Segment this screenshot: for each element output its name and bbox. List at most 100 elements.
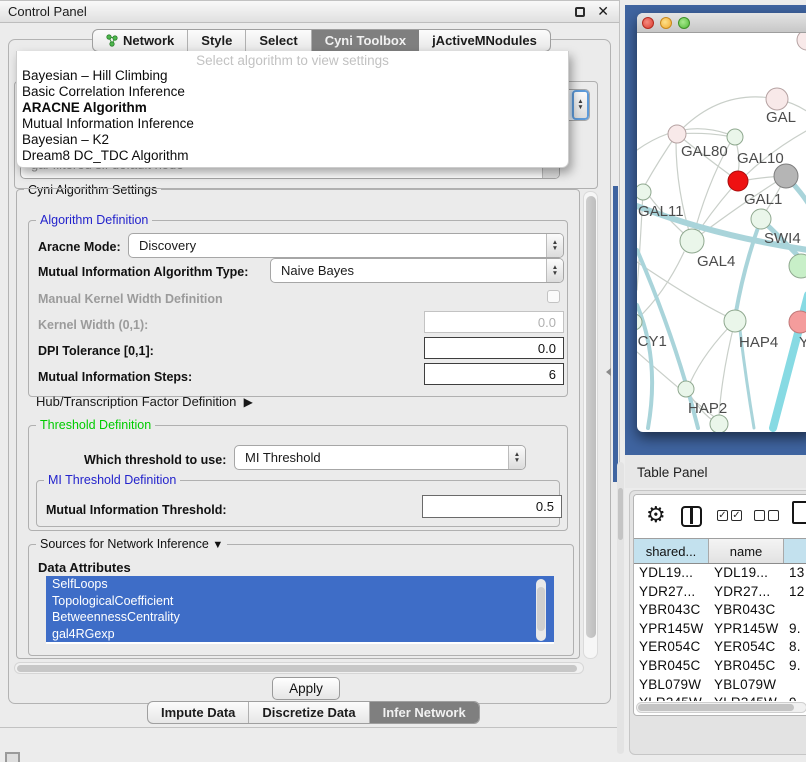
tab-impute-data[interactable]: Impute Data xyxy=(148,702,249,723)
network-node-gal80[interactable] xyxy=(668,125,686,143)
attribute-item-betweennesscentrality[interactable]: BetweennessCentrality xyxy=(46,609,554,626)
dpi-tolerance-field[interactable]: 0.0 xyxy=(424,337,564,359)
dock-panel-icon[interactable] xyxy=(5,752,20,762)
table-row[interactable]: YDL19...YDL19...13 xyxy=(634,564,806,583)
table-body: YDL19...YDL19...13YDR27...YDR27...12YBR0… xyxy=(634,564,806,701)
attribute-item-topologicalcoefficient[interactable]: TopologicalCoefficient xyxy=(46,593,554,610)
network-window-titlebar[interactable] xyxy=(637,13,806,33)
apply-button[interactable]: Apply xyxy=(272,677,340,700)
attribute-item-selfloops[interactable]: SelfLoops xyxy=(46,576,554,593)
which-threshold-label: Which threshold to use: xyxy=(84,453,226,467)
algorithm-dropdown-items: Bayesian – Hill ClimbingBasic Correlatio… xyxy=(17,68,568,164)
algorithm-option-bayesian-hill-climbing[interactable]: Bayesian – Hill Climbing xyxy=(17,68,568,84)
hub-definition-toggle[interactable]: Hub/Transcription Factor Definition ▶ xyxy=(36,394,253,409)
tab-select[interactable]: Select xyxy=(246,30,311,51)
algorithm-option-mutual-information-inference[interactable]: Mutual Information Inference xyxy=(17,116,568,132)
network-edge[interactable] xyxy=(736,219,761,312)
column-header-partial[interactable] xyxy=(784,539,806,563)
zoom-traffic-light-icon[interactable] xyxy=(678,17,690,29)
network-graph[interactable]: GALGAL80GAL10GAL1SWI4GAL11GAL4GCY1HAP4YH… xyxy=(637,33,806,432)
tab-cyni-toolbox[interactable]: Cyni Toolbox xyxy=(312,30,419,51)
network-node[interactable] xyxy=(710,415,728,432)
tab-discretize-data[interactable]: Discretize Data xyxy=(249,702,369,723)
tab-network[interactable]: Network xyxy=(93,30,188,51)
attribute-item-gal4rgexp[interactable]: gal4RGexp xyxy=(46,626,554,643)
sources-group-title[interactable]: Sources for Network Inference ▼ xyxy=(36,537,227,551)
network-node-gal10[interactable] xyxy=(727,129,743,145)
which-threshold-value: MI Threshold xyxy=(235,450,321,465)
network-node[interactable] xyxy=(797,33,806,50)
combobox-stepper-icon[interactable]: ▲▼ xyxy=(508,446,525,469)
manual-kernel-width-checkbox[interactable] xyxy=(547,290,560,303)
network-node-swi4[interactable] xyxy=(751,209,771,229)
settings-horizontal-scrollbar[interactable] xyxy=(14,662,584,674)
network-icon xyxy=(106,34,118,47)
network-edge[interactable] xyxy=(637,262,726,316)
network-node-hap2[interactable] xyxy=(678,381,694,397)
columns-icon[interactable] xyxy=(681,506,702,527)
tab-jactivemnodules[interactable]: jActiveMNodules xyxy=(419,30,550,51)
network-node[interactable] xyxy=(774,164,798,188)
network-node-hap4[interactable] xyxy=(724,310,746,332)
algorithm-option-aracne-algorithm[interactable]: ARACNE Algorithm xyxy=(17,100,568,116)
combobox-stepper-icon[interactable]: ▲▼ xyxy=(546,259,563,282)
sources-title-text: Sources for Network Inference xyxy=(40,537,209,551)
column-header-shared[interactable]: shared... xyxy=(634,539,709,563)
network-node-gal1[interactable] xyxy=(728,171,748,191)
data-attributes-label: Data Attributes xyxy=(38,560,131,575)
settings-vertical-scrollbar[interactable] xyxy=(583,191,598,659)
table-cell: YDL19... xyxy=(634,564,709,583)
close-icon[interactable]: ✕ xyxy=(597,3,609,20)
table-row[interactable]: YER054CYER054C8. xyxy=(634,638,806,657)
table-panel-scrollbar[interactable] xyxy=(617,462,624,754)
network-canvas[interactable]: GALGAL80GAL10GAL1SWI4GAL11GAL4GCY1HAP4YH… xyxy=(637,33,806,432)
mi-steps-field[interactable]: 6 xyxy=(424,363,564,385)
mi-threshold-field[interactable]: 0.5 xyxy=(422,495,562,518)
tab-style[interactable]: Style xyxy=(188,30,246,51)
network-node-gal[interactable] xyxy=(766,88,788,110)
data-attributes-list[interactable]: SelfLoopsTopologicalCoefficientBetweenne… xyxy=(46,576,554,644)
combobox-stepper-icon[interactable]: ▲▼ xyxy=(572,90,589,120)
tab-infer-network[interactable]: Infer Network xyxy=(370,702,479,723)
table-horizontal-scrollbar[interactable] xyxy=(636,702,806,713)
tab-label: Cyni Toolbox xyxy=(325,33,406,48)
gear-icon[interactable]: ⚙ xyxy=(646,502,666,528)
expand-right-icon[interactable]: ▶ xyxy=(244,395,253,409)
mi-threshold-label: Mutual Information Threshold: xyxy=(46,503,227,517)
table-panel-header: Table Panel xyxy=(625,455,806,488)
unchecked-checkbox-icon[interactable] xyxy=(754,510,765,521)
mi-algorithm-type-combobox[interactable]: Naive Bayes ▲▼ xyxy=(270,258,564,283)
table-row[interactable]: YPR145WYPR145W9. xyxy=(634,620,806,639)
table-row[interactable]: YBR043CYBR043C xyxy=(634,601,806,620)
close-traffic-light-icon[interactable] xyxy=(642,17,654,29)
table-cell: 12 xyxy=(784,583,806,602)
algorithm-option-bayesian-k2[interactable]: Bayesian – K2 xyxy=(17,132,568,148)
table-row[interactable]: YLR345WYLR345W9. xyxy=(634,694,806,701)
checked-checkbox-icon[interactable] xyxy=(717,510,728,521)
attributes-list-scrollbar[interactable] xyxy=(536,579,546,641)
node-label-gal11: GAL11 xyxy=(638,203,684,220)
splitter-collapse-icon[interactable] xyxy=(606,368,611,376)
combobox-stepper-icon[interactable]: ▲▼ xyxy=(546,234,563,257)
which-threshold-combobox[interactable]: MI Threshold ▲▼ xyxy=(234,445,526,470)
unchecked-checkbox-icon[interactable] xyxy=(768,510,779,521)
algorithm-option-basic-correlation-inference[interactable]: Basic Correlation Inference xyxy=(17,84,568,100)
column-header-name[interactable]: name xyxy=(709,539,784,563)
table-row[interactable]: YBR045CYBR045C9. xyxy=(634,657,806,676)
network-node-gal4[interactable] xyxy=(680,229,704,253)
checked-checkbox-icon[interactable] xyxy=(731,510,742,521)
collapse-down-icon[interactable]: ▼ xyxy=(212,539,223,551)
network-node-gal11[interactable] xyxy=(637,184,651,200)
table-row[interactable]: YDR27...YDR27...12 xyxy=(634,583,806,602)
algorithm-option-dream8-dc-tdc-algorithm[interactable]: Dream8 DC_TDC Algorithm xyxy=(17,148,568,164)
network-node-y[interactable] xyxy=(789,311,806,333)
float-window-icon[interactable] xyxy=(575,7,585,17)
table-cell: YLR345W xyxy=(634,694,709,701)
network-node[interactable] xyxy=(789,254,806,278)
table-cell: 13 xyxy=(784,564,806,583)
minimize-traffic-light-icon[interactable] xyxy=(660,17,672,29)
document-icon[interactable] xyxy=(792,501,806,524)
aracne-mode-combobox[interactable]: Discovery ▲▼ xyxy=(128,233,564,258)
table-row[interactable]: YBL079WYBL079W xyxy=(634,676,806,695)
kernel-width-field[interactable]: 0.0 xyxy=(424,311,564,333)
